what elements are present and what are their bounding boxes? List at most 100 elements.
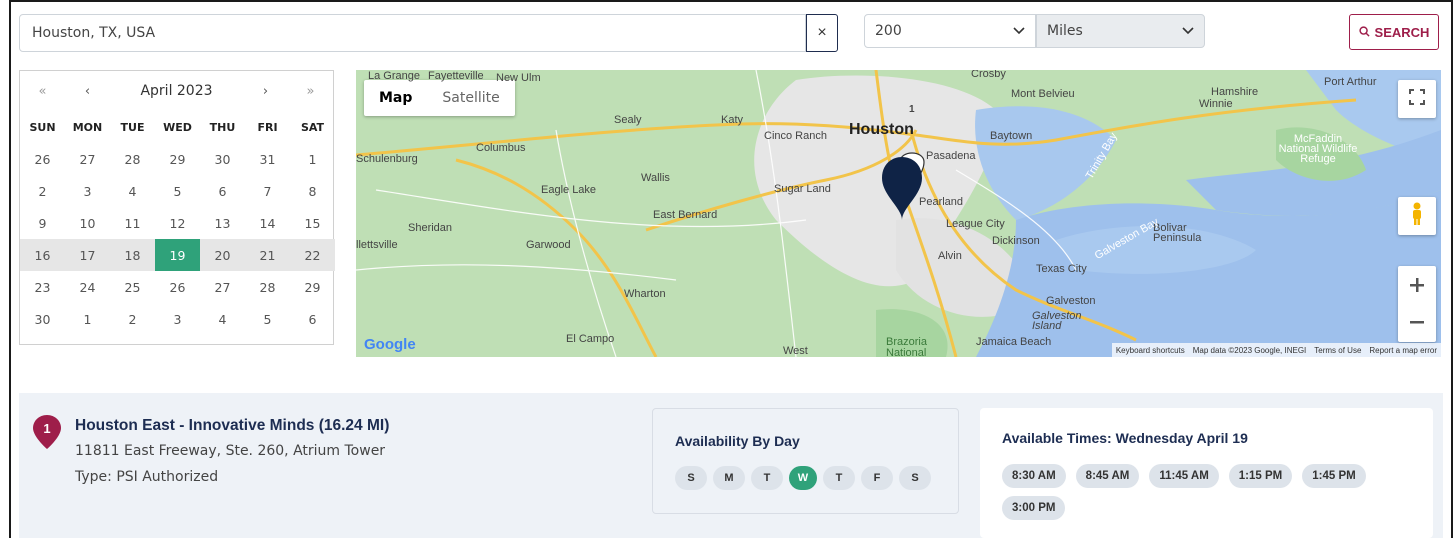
google-logo: Google bbox=[364, 336, 416, 353]
calendar-day[interactable]: 6 bbox=[200, 175, 245, 207]
calendar-day[interactable]: 30 bbox=[200, 143, 245, 175]
calendar-day[interactable]: 22 bbox=[290, 239, 335, 271]
day-chip[interactable]: S bbox=[899, 466, 931, 490]
day-chip[interactable]: F bbox=[861, 466, 893, 490]
map-marker-number[interactable]: 1 bbox=[909, 104, 915, 115]
next-month-button[interactable]: › bbox=[243, 84, 288, 99]
calendar-day[interactable]: 6 bbox=[290, 303, 335, 335]
map-label: Pasadena bbox=[926, 150, 976, 162]
zoom-in-button[interactable] bbox=[1410, 266, 1424, 304]
map-label: Jamaica Beach bbox=[976, 336, 1052, 348]
map-label: Mont Belvieu bbox=[1011, 88, 1075, 100]
map-type-satellite-button[interactable]: Satellite bbox=[427, 80, 514, 116]
calendar-day[interactable]: 18 bbox=[110, 239, 155, 271]
calendar-day[interactable]: 7 bbox=[245, 175, 290, 207]
calendar-day[interactable]: 29 bbox=[290, 271, 335, 303]
calendar-day[interactable]: 23 bbox=[20, 271, 65, 303]
street-view-button[interactable] bbox=[1398, 197, 1436, 235]
calendar-day[interactable]: 14 bbox=[245, 207, 290, 239]
search-button[interactable]: SEARCH bbox=[1349, 14, 1439, 50]
clear-search-button[interactable]: × bbox=[806, 14, 838, 52]
calendar-day[interactable]: 5 bbox=[245, 303, 290, 335]
calendar-day[interactable]: 5 bbox=[155, 175, 200, 207]
unit-select[interactable]: Miles bbox=[1036, 14, 1205, 48]
calendar-day[interactable]: 17 bbox=[65, 239, 110, 271]
calendar-day[interactable]: 31 bbox=[245, 143, 290, 175]
next-year-button[interactable]: » bbox=[288, 84, 333, 99]
time-slot-button[interactable]: 1:45 PM bbox=[1302, 464, 1366, 488]
location-search-input[interactable] bbox=[19, 14, 806, 52]
location-type: Type: PSI Authorized bbox=[75, 469, 219, 485]
map-label: Schulenburg bbox=[356, 153, 418, 165]
calendar-month-title[interactable]: April 2023 bbox=[110, 83, 243, 99]
map-label: Wharton bbox=[624, 288, 666, 300]
zoom-out-button[interactable] bbox=[1410, 304, 1424, 342]
calendar-day[interactable]: 12 bbox=[155, 207, 200, 239]
result-marker-number: 1 bbox=[43, 421, 51, 436]
calendar-day[interactable]: 25 bbox=[110, 271, 155, 303]
keyboard-shortcuts-link[interactable]: Keyboard shortcuts bbox=[1116, 346, 1185, 355]
time-slot-button[interactable]: 1:15 PM bbox=[1228, 464, 1293, 488]
calendar-day[interactable]: 30 bbox=[20, 303, 65, 335]
calendar-day[interactable]: 4 bbox=[200, 303, 245, 335]
map-label: Eagle Lake bbox=[541, 184, 597, 196]
calendar-day[interactable]: 3 bbox=[155, 303, 200, 335]
calendar-day[interactable]: 1 bbox=[290, 143, 335, 175]
map-type-map-button[interactable]: Map bbox=[364, 80, 427, 116]
calendar-days: 26 27 28 29 30 31 1 2 3 4 5 6 7 8 9 10 11 12 13 14 15 16 17 18 1… bbox=[20, 143, 335, 335]
terms-link[interactable]: Terms of Use bbox=[1314, 346, 1361, 355]
map-label: La Grange bbox=[368, 70, 420, 82]
calendar-day-selected[interactable]: 19 bbox=[155, 239, 200, 271]
calendar-day[interactable]: 11 bbox=[110, 207, 155, 239]
day-chips: SMTWTFS bbox=[675, 466, 931, 490]
time-slot-button[interactable]: 8:30 AM bbox=[1002, 464, 1066, 488]
fullscreen-icon bbox=[1409, 88, 1425, 110]
map-label: Galveston bbox=[1046, 295, 1096, 307]
map[interactable]: Map Satellite La Grange Fayetteville New… bbox=[356, 70, 1441, 357]
map-label: West bbox=[783, 345, 808, 357]
radius-select[interactable]: 200 bbox=[864, 14, 1036, 48]
day-chip[interactable]: M bbox=[713, 466, 745, 490]
plus-icon bbox=[1410, 278, 1424, 292]
calendar-day[interactable]: 27 bbox=[200, 271, 245, 303]
calendar-day[interactable]: 10 bbox=[65, 207, 110, 239]
calendar-day[interactable]: 24 bbox=[65, 271, 110, 303]
calendar-day[interactable]: 16 bbox=[20, 239, 65, 271]
calendar-day[interactable]: 4 bbox=[110, 175, 155, 207]
calendar-day[interactable]: 9 bbox=[20, 207, 65, 239]
map-label: Alvin bbox=[938, 250, 962, 262]
calendar-day[interactable]: 21 bbox=[245, 239, 290, 271]
weekday-header: MON bbox=[72, 120, 103, 134]
calendar-day[interactable]: 1 bbox=[65, 303, 110, 335]
calendar-day[interactable]: 20 bbox=[200, 239, 245, 271]
time-slot-button[interactable]: 8:45 AM bbox=[1075, 464, 1140, 488]
calendar-day[interactable]: 28 bbox=[245, 271, 290, 303]
calendar-day[interactable]: 13 bbox=[200, 207, 245, 239]
day-chip[interactable]: T bbox=[823, 466, 855, 490]
availability-title: Availability By Day bbox=[675, 433, 800, 449]
calendar-day[interactable]: 8 bbox=[290, 175, 335, 207]
time-slot-button[interactable]: 3:00 PM bbox=[1002, 496, 1066, 520]
report-error-link[interactable]: Report a map error bbox=[1369, 346, 1437, 355]
prev-month-button[interactable]: ‹ bbox=[65, 84, 110, 99]
calendar-day[interactable]: 15 bbox=[290, 207, 335, 239]
day-chip[interactable]: T bbox=[751, 466, 783, 490]
day-chip-active[interactable]: W bbox=[789, 466, 817, 490]
map-label: El Campo bbox=[566, 333, 615, 345]
fullscreen-button[interactable] bbox=[1398, 80, 1436, 118]
calendar-day[interactable]: 2 bbox=[110, 303, 155, 335]
calendar-day[interactable]: 2 bbox=[20, 175, 65, 207]
location-title[interactable]: Houston East - Innovative Minds (16.24 M… bbox=[75, 417, 389, 435]
calendar-day[interactable]: 3 bbox=[65, 175, 110, 207]
calendar-day[interactable]: 28 bbox=[110, 143, 155, 175]
time-slot-button[interactable]: 11:45 AM bbox=[1149, 464, 1219, 488]
location-address: 11811 East Freeway, Ste. 260, Atrium Tow… bbox=[75, 443, 386, 459]
calendar-day[interactable]: 27 bbox=[65, 143, 110, 175]
map-type-toggle: Map Satellite bbox=[364, 80, 515, 116]
calendar-day[interactable]: 26 bbox=[155, 271, 200, 303]
calendar-day[interactable]: 29 bbox=[155, 143, 200, 175]
day-chip[interactable]: S bbox=[675, 466, 707, 490]
calendar-day[interactable]: 26 bbox=[20, 143, 65, 175]
prev-year-button[interactable]: « bbox=[20, 84, 65, 99]
map-label: Katy bbox=[721, 114, 744, 126]
